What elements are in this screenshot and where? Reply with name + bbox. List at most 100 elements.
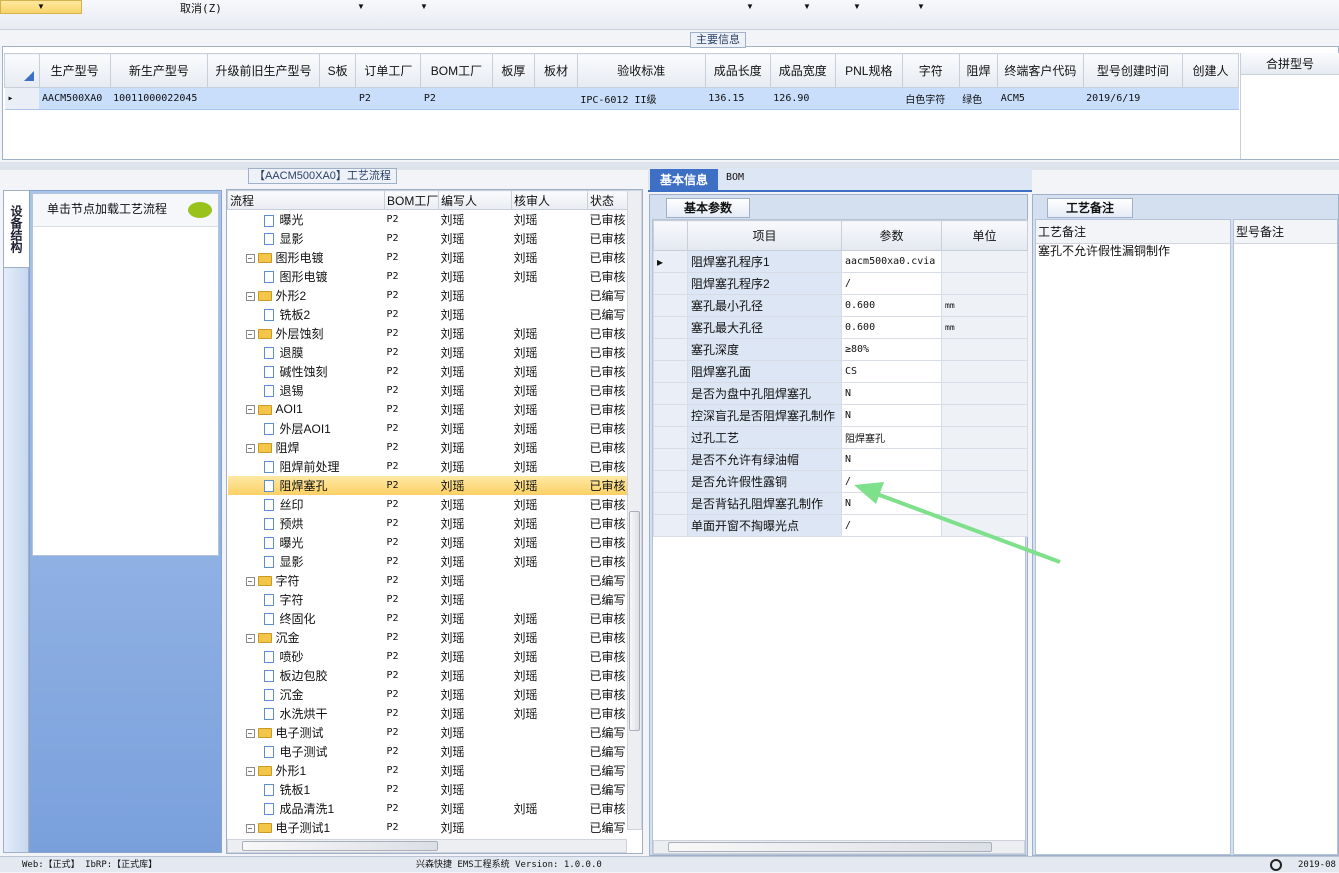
- column-header[interactable]: 验收标准: [576, 53, 706, 88]
- tree-node[interactable]: 阻焊前处理: [228, 457, 385, 476]
- tree-node[interactable]: 字符: [228, 590, 385, 609]
- tree-row[interactable]: 阻焊塞孔 P2 刘瑶 刘瑶 已审核: [227, 475, 628, 495]
- column-header[interactable]: 板厚: [491, 53, 536, 88]
- grid-cell[interactable]: [1182, 87, 1239, 110]
- column-header[interactable]: 项目: [687, 220, 842, 251]
- tree-row[interactable]: − 外形1 P2 刘瑶 已编写: [228, 761, 628, 780]
- column-header[interactable]: 单位: [941, 220, 1028, 251]
- grid-cell[interactable]: P2: [420, 87, 492, 110]
- grid-cell[interactable]: [534, 87, 578, 110]
- tree-row[interactable]: 图形电镀 P2 刘瑶 刘瑶 已审核: [228, 267, 628, 286]
- flow-horizontal-scrollbar[interactable]: [227, 839, 627, 853]
- column-header[interactable]: 阻焊: [958, 53, 999, 88]
- tree-row[interactable]: 曝光 P2 刘瑶 刘瑶 已审核: [228, 210, 628, 229]
- tree-node[interactable]: 预烘: [228, 514, 385, 533]
- tree-node[interactable]: − 字符: [228, 571, 385, 590]
- collapse-icon[interactable]: −: [245, 576, 255, 586]
- tree-row[interactable]: 显影 P2 刘瑶 刘瑶 已审核: [228, 229, 628, 248]
- column-header[interactable]: 核审人: [511, 190, 588, 210]
- grid-cell[interactable]: [319, 87, 356, 110]
- tree-node[interactable]: − 外形2: [228, 286, 385, 305]
- tree-node[interactable]: − 电子测试1: [228, 818, 385, 837]
- column-header[interactable]: 生产型号: [38, 53, 111, 88]
- tab-basic-info[interactable]: 基本信息: [650, 169, 718, 191]
- param-value[interactable]: /: [841, 272, 942, 295]
- param-row[interactable]: ▸ 阻焊塞孔程序1 aacm500xa0.cvia: [653, 250, 1028, 273]
- tree-node[interactable]: − 沉金: [228, 628, 385, 647]
- param-row[interactable]: 阻焊塞孔面 CS: [653, 360, 1028, 383]
- collapse-icon[interactable]: −: [245, 633, 255, 643]
- chevron-down-icon[interactable]: ▼: [746, 2, 754, 11]
- column-header[interactable]: BOM工厂: [384, 190, 439, 210]
- scroll-thumb[interactable]: [668, 842, 992, 852]
- tree-row[interactable]: 板边包胶 P2 刘瑶 刘瑶 已审核: [228, 666, 628, 685]
- tree-node[interactable]: 铣板2: [228, 305, 385, 324]
- scroll-thumb[interactable]: [629, 511, 640, 731]
- grid-cell[interactable]: [492, 87, 535, 110]
- grid-cell[interactable]: 126.90: [770, 87, 836, 110]
- tree-node[interactable]: 板边包胶: [228, 666, 385, 685]
- tree-row[interactable]: − 电子测试1 P2 刘瑶 已编写: [228, 818, 628, 837]
- tree-node[interactable]: 铣板1: [228, 780, 385, 799]
- grid-cell[interactable]: P2: [355, 87, 421, 110]
- tree-row[interactable]: 碱性蚀刻 P2 刘瑶 刘瑶 已审核: [228, 362, 628, 381]
- column-header[interactable]: 成品宽度: [769, 53, 836, 88]
- column-header[interactable]: PNL规格: [834, 53, 903, 88]
- tree-row[interactable]: 喷砂 P2 刘瑶 刘瑶 已审核: [228, 647, 628, 666]
- grid-cell[interactable]: IPC-6012 II级: [577, 87, 706, 110]
- tree-row[interactable]: 终固化 P2 刘瑶 刘瑶 已审核: [228, 609, 628, 628]
- tree-row[interactable]: − 阻焊 P2 刘瑶 刘瑶 已审核: [228, 438, 628, 457]
- tree-row[interactable]: 退锡 P2 刘瑶 刘瑶 已审核: [228, 381, 628, 400]
- column-header[interactable]: 板材: [534, 53, 578, 88]
- model-remarks-box[interactable]: 型号备注: [1233, 219, 1338, 855]
- tree-row[interactable]: − AOI1 P2 刘瑶 刘瑶 已审核: [228, 400, 628, 419]
- collapse-icon[interactable]: −: [245, 766, 255, 776]
- param-value[interactable]: 0.600: [841, 316, 942, 339]
- column-header[interactable]: 型号创建时间: [1082, 53, 1184, 88]
- tree-node[interactable]: 显影: [228, 229, 385, 248]
- tree-node[interactable]: 喷砂: [228, 647, 385, 666]
- param-row[interactable]: 控深盲孔是否阻焊塞孔制作 N: [653, 404, 1028, 427]
- tree-row[interactable]: 丝印 P2 刘瑶 刘瑶 已审核: [228, 495, 628, 514]
- column-header[interactable]: 成品长度: [704, 53, 771, 88]
- column-header[interactable]: 状态: [587, 190, 628, 210]
- column-header[interactable]: BOM工厂: [420, 53, 493, 88]
- tree-row[interactable]: 沉金 P2 刘瑶 刘瑶 已审核: [228, 685, 628, 704]
- param-row[interactable]: 是否不允许有绿油帽 N: [653, 448, 1028, 471]
- param-row[interactable]: 塞孔最小孔径 0.600 mm: [653, 294, 1028, 317]
- collapse-icon[interactable]: −: [245, 253, 255, 263]
- column-header[interactable]: 创建人: [1182, 53, 1239, 88]
- tree-node[interactable]: − AOI1: [228, 400, 385, 419]
- tree-row[interactable]: 外层AOI1 P2 刘瑶 刘瑶 已审核: [228, 419, 628, 438]
- grid-cell[interactable]: 白色字符: [902, 87, 960, 110]
- chevron-down-icon[interactable]: ▼: [357, 2, 365, 11]
- param-value[interactable]: aacm500xa0.cvia: [841, 250, 942, 273]
- params-horizontal-scrollbar[interactable]: [653, 840, 1025, 854]
- tree-row[interactable]: − 字符 P2 刘瑶 已编写: [228, 571, 628, 590]
- tree-row[interactable]: 成品清洗1 P2 刘瑶 刘瑶 已审核: [228, 799, 628, 818]
- tree-node[interactable]: 碱性蚀刻: [228, 362, 385, 381]
- collapse-icon[interactable]: −: [245, 405, 255, 415]
- param-value[interactable]: ≥80%: [841, 338, 942, 361]
- tree-row[interactable]: 铣板1 P2 刘瑶 已编写: [228, 780, 628, 799]
- param-value[interactable]: CS: [841, 360, 942, 383]
- node-box[interactable]: 单击节点加载工艺流程: [32, 193, 219, 556]
- chevron-down-icon[interactable]: ▼: [917, 2, 925, 11]
- chevron-down-icon[interactable]: ▼: [420, 2, 428, 11]
- tree-node[interactable]: − 外层蚀刻: [228, 324, 385, 343]
- column-header[interactable]: 升级前旧生产型号: [207, 53, 320, 88]
- tree-row[interactable]: 曝光 P2 刘瑶 刘瑶 已审核: [228, 533, 628, 552]
- tree-row[interactable]: 阻焊前处理 P2 刘瑶 刘瑶 已审核: [228, 457, 628, 476]
- grid-cell[interactable]: 绿色: [959, 87, 998, 110]
- collapse-icon[interactable]: −: [245, 329, 255, 339]
- param-value[interactable]: N: [841, 404, 942, 427]
- tree-node[interactable]: 沉金: [228, 685, 385, 704]
- tree-row[interactable]: − 外形2 P2 刘瑶 已编写: [228, 286, 628, 305]
- param-value[interactable]: N: [841, 382, 942, 405]
- tree-node[interactable]: 图形电镀: [228, 267, 385, 286]
- tree-node[interactable]: 曝光: [228, 533, 385, 552]
- grid-cell[interactable]: 10011000022045: [110, 87, 208, 110]
- comment-icon[interactable]: [188, 202, 212, 218]
- tree-row[interactable]: 水洗烘干 P2 刘瑶 刘瑶 已审核: [228, 704, 628, 723]
- toolbar-dropdown[interactable]: ▼: [0, 0, 82, 14]
